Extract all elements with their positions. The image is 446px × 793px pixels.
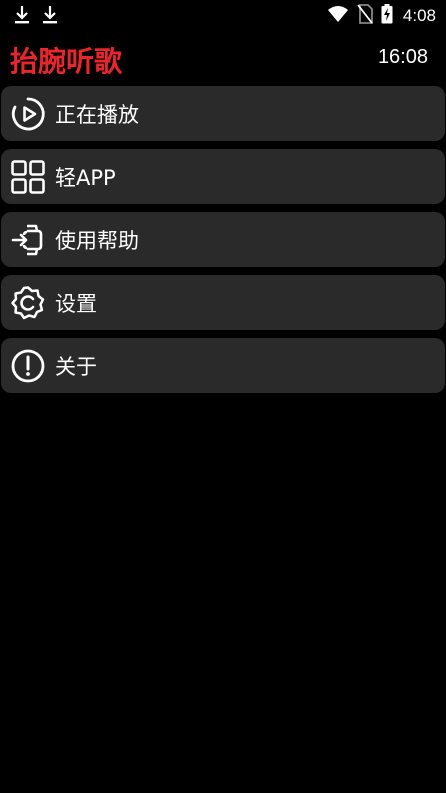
menu-item-label: 使用帮助 <box>55 228 139 253</box>
menu-item-light-app[interactable]: 轻APP <box>1 149 445 204</box>
app-header: 抬腕听歌 16:08 <box>0 36 446 82</box>
play-circle-icon <box>9 95 47 133</box>
menu-item-settings[interactable]: 设置 <box>1 275 445 330</box>
battery-charging-icon <box>381 4 393 28</box>
menu-item-now-playing[interactable]: 正在播放 <box>1 86 445 141</box>
main-menu: 正在播放 轻APP 使用帮助 设置 关于 <box>0 86 446 401</box>
download-icon <box>14 5 30 25</box>
menu-item-label: 关于 <box>55 354 97 379</box>
download-icon <box>42 5 58 25</box>
wifi-icon <box>327 5 349 27</box>
status-time: 4:08 <box>402 6 436 25</box>
status-notifications <box>14 5 58 25</box>
status-indicators: 4:08 <box>327 4 436 28</box>
settings-icon <box>9 284 47 322</box>
status-bar: 4:08 <box>0 0 446 32</box>
no-sim-icon <box>357 4 373 28</box>
watch-clock: 16:08 <box>377 46 428 68</box>
menu-item-about[interactable]: 关于 <box>1 338 445 393</box>
menu-item-label: 轻APP <box>55 165 116 190</box>
menu-item-help[interactable]: 使用帮助 <box>1 212 445 267</box>
info-alert-icon <box>9 347 47 385</box>
menu-item-label: 设置 <box>55 291 97 316</box>
app-title: 抬腕听歌 <box>10 45 123 78</box>
apps-grid-icon <box>9 158 47 196</box>
menu-item-label: 正在播放 <box>55 102 139 127</box>
watch-login-icon <box>9 221 47 259</box>
